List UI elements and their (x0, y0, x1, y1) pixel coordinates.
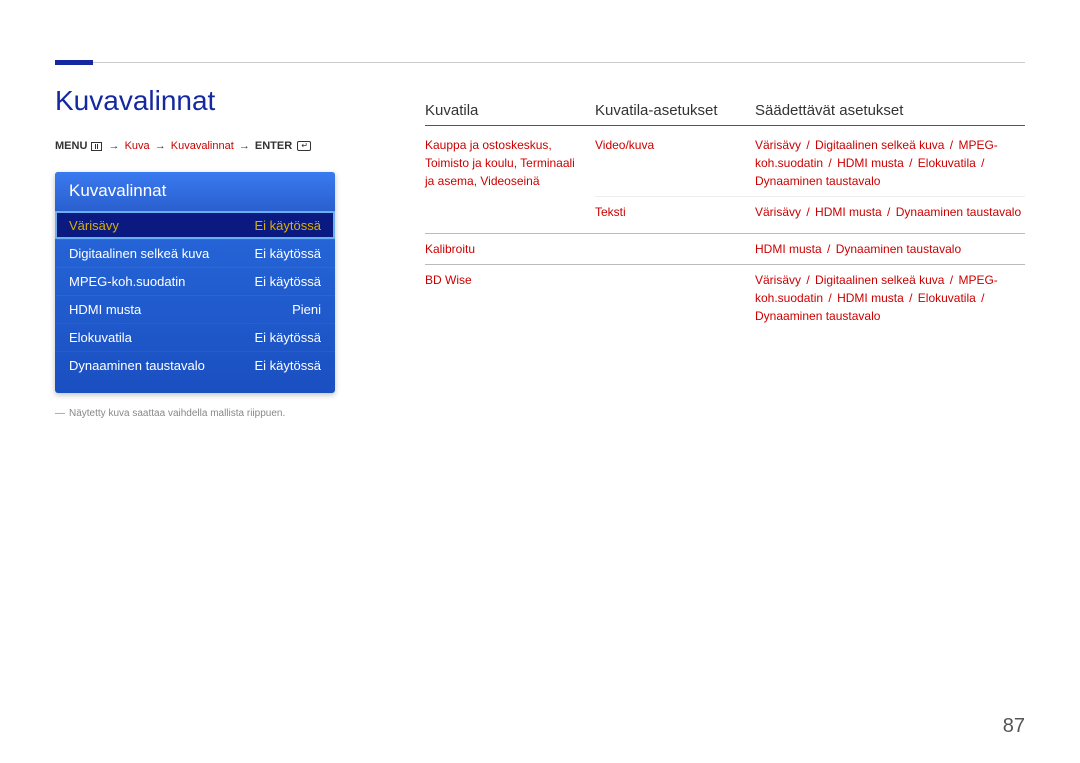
arrow-icon: → (109, 140, 120, 152)
cell-mode: BD Wise (425, 271, 595, 325)
top-rule (55, 62, 1025, 63)
menu-label: MENU (55, 140, 87, 152)
footnote-text: Näytetty kuva saattaa vaihdella mallista… (69, 408, 285, 419)
osd-row-value: Ei käytössä (255, 218, 321, 233)
osd-row-value: Ei käytössä (255, 330, 321, 345)
breadcrumb-kuvavalinnat: Kuvavalinnat (171, 140, 234, 152)
menu-breadcrumb: MENU → Kuva → Kuvavalinnat → ENTER (55, 139, 395, 154)
th-kuvatila: Kuvatila (425, 102, 595, 119)
settings-table: Kuvatila Kuvatila-asetukset Säädettävät … (425, 102, 1025, 331)
cell-mode: Kalibroitu (425, 240, 595, 258)
osd-row-varisavy[interactable]: Värisävy Ei käytössä (55, 211, 335, 239)
osd-row-value: Ei käytössä (255, 246, 321, 261)
osd-row-value: Ei käytössä (255, 274, 321, 289)
osd-row-label: Dynaaminen taustavalo (69, 358, 205, 373)
breadcrumb-kuva: Kuva (125, 140, 150, 152)
osd-row-label: MPEG-koh.suodatin (69, 274, 185, 289)
osd-row-hdmi[interactable]: HDMI musta Pieni (55, 295, 335, 323)
enter-label: ENTER (255, 140, 292, 152)
th-kuvatila-asetukset: Kuvatila-asetukset (595, 102, 755, 119)
osd-panel: Kuvavalinnat Värisävy Ei käytössä Digita… (55, 172, 335, 393)
osd-row-digitaalinen[interactable]: Digitaalinen selkeä kuva Ei käytössä (55, 239, 335, 267)
osd-row-elokuvatila[interactable]: Elokuvatila Ei käytössä (55, 323, 335, 351)
osd-row-label: Värisävy (69, 218, 119, 233)
table-header-row: Kuvatila Kuvatila-asetukset Säädettävät … (425, 102, 1025, 126)
cell-mode: Kauppa ja ostoskeskus, Toimisto ja koulu… (425, 136, 595, 227)
table-row: Kauppa ja ostoskeskus, Toimisto ja koulu… (425, 130, 1025, 234)
arrow-icon: → (239, 140, 250, 152)
cell-options: HDMI musta / Dynaaminen taustavalo (755, 240, 1025, 258)
enter-icon (297, 141, 311, 151)
osd-row-label: Elokuvatila (69, 330, 132, 345)
osd-title: Kuvavalinnat (55, 172, 335, 211)
cell-setting (595, 240, 755, 258)
osd-row-label: Digitaalinen selkeä kuva (69, 246, 209, 261)
menu-grid-icon (91, 142, 102, 151)
arrow-icon: → (155, 140, 166, 152)
osd-row-value: Ei käytössä (255, 358, 321, 373)
th-saadettavat: Säädettävät asetukset (755, 102, 1025, 119)
cell-options: Värisävy / Digitaalinen selkeä kuva / MP… (755, 271, 1025, 325)
osd-row-mpeg[interactable]: MPEG-koh.suodatin Ei käytössä (55, 267, 335, 295)
osd-row-value: Pieni (292, 302, 321, 317)
cell-setting: Teksti (595, 203, 755, 221)
cell-options: Värisävy / Digitaalinen selkeä kuva / MP… (755, 136, 1025, 190)
osd-footnote: ―Näytetty kuva saattaa vaihdella mallist… (55, 407, 395, 421)
cell-setting: Video/kuva (595, 136, 755, 190)
table-row: BD Wise Värisävy / Digitaalinen selkeä k… (425, 265, 1025, 331)
osd-row-label: HDMI musta (69, 302, 141, 317)
table-row: Kalibroitu HDMI musta / Dynaaminen taust… (425, 234, 1025, 265)
cell-options: Värisävy / HDMI musta / Dynaaminen taust… (755, 203, 1025, 221)
accent-bar (55, 60, 93, 65)
page-number: 87 (1003, 715, 1025, 738)
page-title: Kuvavalinnat (55, 85, 395, 117)
cell-setting (595, 271, 755, 325)
osd-row-dynaaminen[interactable]: Dynaaminen taustavalo Ei käytössä (55, 351, 335, 379)
